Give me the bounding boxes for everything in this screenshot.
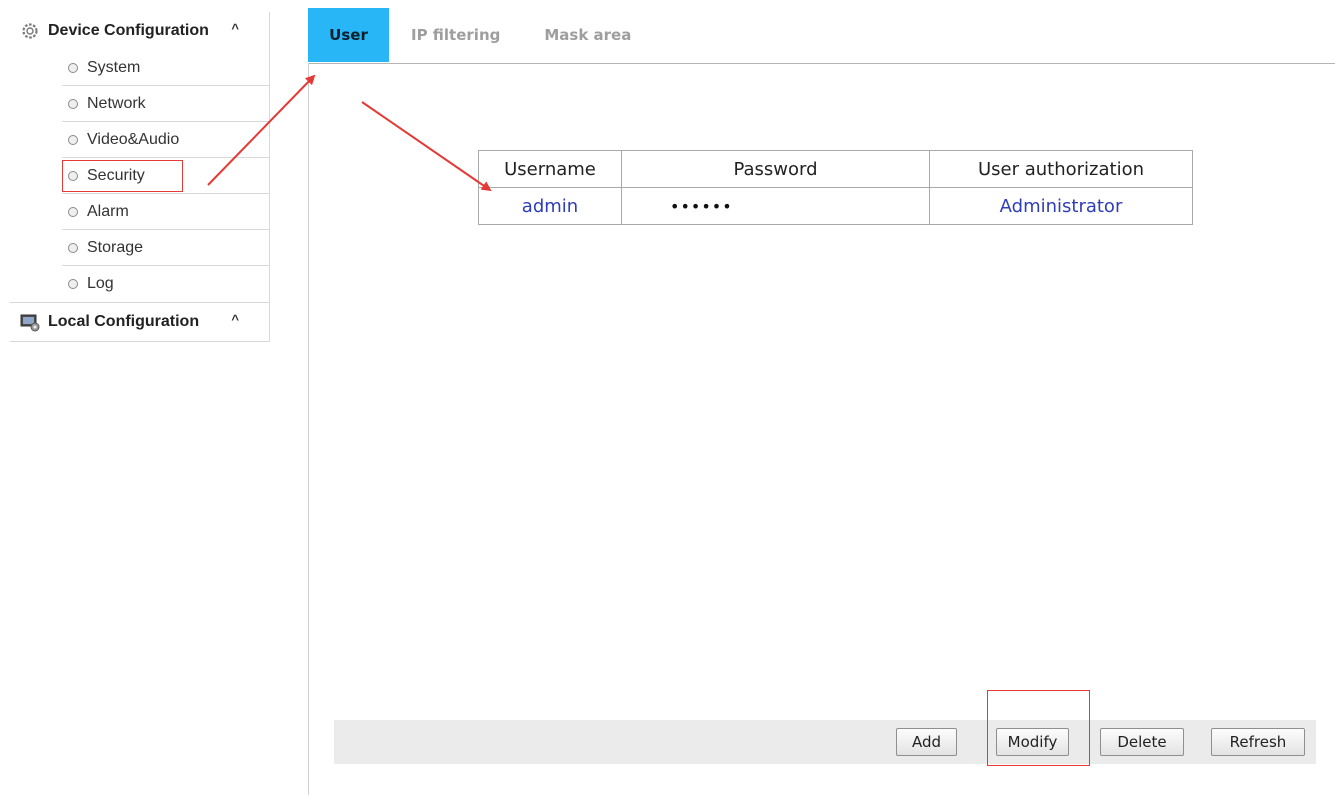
- bullet-icon: [68, 62, 78, 73]
- chevron-up-icon[interactable]: ^: [231, 21, 239, 36]
- device-configuration-group[interactable]: Device Configuration ^: [10, 12, 270, 50]
- bullet-icon: [68, 170, 78, 181]
- chevron-up-icon[interactable]: ^: [231, 312, 239, 327]
- table-header-row: Username Password User authorization: [478, 150, 1193, 188]
- sidebar-item-label: Alarm: [87, 202, 129, 220]
- sidebar-item-network[interactable]: Network: [62, 86, 269, 122]
- tab-ip-filtering[interactable]: IP filtering: [389, 8, 522, 62]
- cell-password[interactable]: ••••••: [621, 187, 930, 225]
- modify-button[interactable]: Modify: [996, 728, 1069, 756]
- device-configuration-menu: System Network Video&Audio Security Alar…: [62, 50, 270, 302]
- bullet-icon: [68, 134, 78, 145]
- column-header-username: Username: [478, 150, 622, 188]
- sidebar-item-label: Video&Audio: [87, 130, 180, 148]
- page: Device Configuration ^ System Network Vi…: [0, 0, 1335, 795]
- annotation-arrow-to-table: [361, 101, 492, 192]
- content-border: [308, 63, 309, 795]
- device-configuration-label: Device Configuration: [48, 22, 209, 39]
- bullet-icon: [68, 206, 78, 217]
- column-header-user-authorization: User authorization: [929, 150, 1193, 188]
- sidebar-item-label: Storage: [87, 238, 144, 256]
- sidebar-item-label: Network: [87, 94, 146, 112]
- cell-user-authorization[interactable]: Administrator: [929, 187, 1193, 225]
- bullet-icon: [68, 279, 78, 289]
- tab-bar: User IP filtering Mask area: [308, 8, 653, 62]
- local-configuration-label: Local Configuration: [48, 313, 200, 330]
- sidebar-item-storage[interactable]: Storage: [62, 230, 269, 266]
- sidebar-item-label: Security: [87, 166, 145, 184]
- sidebar-item-log[interactable]: Log: [62, 266, 269, 302]
- tab-user[interactable]: User: [308, 8, 389, 62]
- cell-username[interactable]: admin: [478, 187, 622, 225]
- table-row[interactable]: admin •••••• Administrator: [478, 187, 1193, 225]
- user-table: Username Password User authorization adm…: [478, 150, 1193, 225]
- tab-mask-area[interactable]: Mask area: [522, 8, 653, 62]
- monitor-settings-icon: [20, 312, 40, 332]
- sidebar-item-label: Log: [87, 275, 114, 292]
- add-button[interactable]: Add: [896, 728, 957, 756]
- gear-icon: [20, 21, 40, 41]
- bullet-icon: [68, 242, 78, 253]
- sidebar-item-alarm[interactable]: Alarm: [62, 194, 269, 230]
- sidebar-item-security[interactable]: Security: [62, 158, 269, 194]
- bullet-icon: [68, 98, 78, 109]
- tab-divider: [308, 63, 1335, 64]
- sidebar-item-label: System: [87, 58, 141, 76]
- sidebar-item-system[interactable]: System: [62, 50, 269, 86]
- refresh-button[interactable]: Refresh: [1211, 728, 1305, 756]
- local-configuration-group[interactable]: Local Configuration ^: [10, 302, 270, 342]
- delete-button[interactable]: Delete: [1100, 728, 1184, 756]
- sidebar-item-video-audio[interactable]: Video&Audio: [62, 122, 269, 158]
- sidebar: Device Configuration ^ System Network Vi…: [10, 12, 270, 342]
- column-header-password: Password: [621, 150, 930, 188]
